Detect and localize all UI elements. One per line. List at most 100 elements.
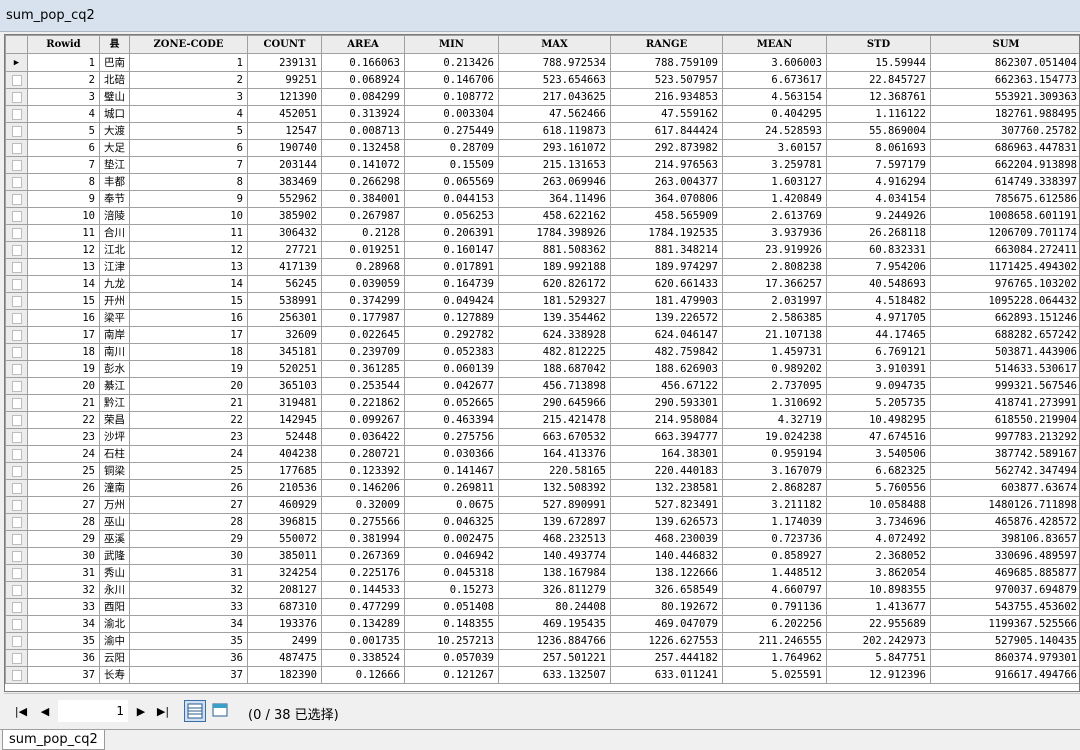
table-cell[interactable]: 2.368052 (826, 547, 931, 565)
table-cell[interactable]: 巴南 (99, 53, 130, 72)
table-cell[interactable]: 0.052383 (404, 343, 499, 361)
table-row[interactable]: 16 梁平 16 256301 0.177987 0.127889 139.354462 13… (5, 309, 1079, 327)
table-cell[interactable]: 33 (129, 598, 248, 616)
table-cell[interactable]: 0.267369 (321, 547, 405, 565)
table-cell[interactable]: 潼南 (99, 479, 130, 497)
table-cell[interactable]: 527905.140435 (930, 632, 1079, 650)
table-cell[interactable]: 468.230039 (610, 530, 723, 548)
table-cell[interactable]: 19.024238 (722, 428, 827, 446)
table-cell[interactable]: 2 (129, 71, 248, 89)
table-cell[interactable]: 469685.885877 (930, 564, 1079, 582)
table-cell[interactable]: 203144 (247, 156, 322, 174)
table-cell[interactable]: 999321.567546 (930, 377, 1079, 395)
table-cell[interactable]: 0.213426 (404, 53, 499, 72)
table-row[interactable]: 8 丰都 8 383469 0.266298 0.065569 263.069946 263.… (5, 173, 1079, 191)
table-row[interactable]: 17 南岸 17 32609 0.022645 0.292782 624.338928 624… (5, 326, 1079, 344)
table-cell[interactable]: 大渡 (99, 122, 130, 140)
table-cell[interactable]: 0.046942 (404, 547, 499, 565)
table-cell[interactable]: 239131 (247, 53, 322, 72)
table-cell[interactable]: 渝中 (99, 632, 130, 650)
table-row[interactable]: 32 永川 32 208127 0.144533 0.15273 326.811279 326… (5, 581, 1079, 599)
table-cell[interactable]: 2.031997 (722, 292, 827, 310)
row-selector[interactable] (5, 615, 28, 633)
table-cell[interactable]: 1.310692 (722, 394, 827, 412)
table-cell[interactable]: 0.141072 (321, 156, 405, 174)
table-cell[interactable]: 330696.489597 (930, 547, 1079, 565)
table-cell[interactable]: 214.958084 (610, 411, 723, 429)
row-selector[interactable] (5, 547, 28, 565)
table-cell[interactable]: 0.791136 (722, 598, 827, 616)
table-cell[interactable]: 0.148355 (404, 615, 499, 633)
table-cell[interactable]: 13 (129, 258, 248, 276)
table-cell[interactable]: 丰都 (99, 173, 130, 191)
table-cell[interactable]: 7 (27, 156, 100, 174)
table-cell[interactable]: 40.548693 (826, 275, 931, 293)
table-cell[interactable]: 552962 (247, 190, 322, 208)
table-cell[interactable]: 263.069946 (498, 173, 611, 191)
table-row[interactable]: 30 武隆 30 385011 0.267369 0.046942 140.493774 14… (5, 547, 1079, 565)
table-cell[interactable]: 0.269811 (404, 479, 499, 497)
table-cell[interactable]: 0.146706 (404, 71, 499, 89)
table-cell[interactable]: 8.061693 (826, 139, 931, 157)
table-cell[interactable]: 620.661433 (610, 275, 723, 293)
table-cell[interactable]: 5.760556 (826, 479, 931, 497)
table-cell[interactable]: 5 (27, 122, 100, 140)
table-cell[interactable]: 1 (129, 53, 248, 72)
table-cell[interactable]: 0.239709 (321, 343, 405, 361)
table-cell[interactable]: 34 (27, 615, 100, 633)
table-cell[interactable]: 6 (129, 139, 248, 157)
table-cell[interactable]: 0.144533 (321, 581, 405, 599)
table-cell[interactable]: 139.626573 (610, 513, 723, 531)
table-cell[interactable]: 365103 (247, 377, 322, 395)
table-cell[interactable]: 139.672897 (498, 513, 611, 531)
table-cell[interactable]: 383469 (247, 173, 322, 191)
tab-sum-pop-cq2[interactable]: sum_pop_cq2 (2, 730, 105, 750)
table-cell[interactable]: 387742.589167 (930, 445, 1079, 463)
table-cell[interactable]: 181.529327 (498, 292, 611, 310)
table-cell[interactable]: 12.368761 (826, 88, 931, 106)
table-cell[interactable]: 9 (129, 190, 248, 208)
table-row[interactable]: 34 渝北 34 193376 0.134289 0.148355 469.195435 46… (5, 615, 1079, 633)
table-cell[interactable]: 0.146206 (321, 479, 405, 497)
table-cell[interactable]: 662204.913898 (930, 156, 1079, 174)
column-header[interactable]: AREA (321, 35, 405, 54)
table-cell[interactable]: 215.131653 (498, 156, 611, 174)
table-cell[interactable]: 1.448512 (722, 564, 827, 582)
table-cell[interactable]: 562742.347494 (930, 462, 1079, 480)
table-cell[interactable]: 23 (129, 428, 248, 446)
table-cell[interactable]: 0.030366 (404, 445, 499, 463)
table-cell[interactable]: 武隆 (99, 547, 130, 565)
table-cell[interactable]: 4.971705 (826, 309, 931, 327)
table-cell[interactable]: 4 (129, 105, 248, 123)
table-cell[interactable]: 4.034154 (826, 190, 931, 208)
table-cell[interactable]: 1199367.525566 (930, 615, 1079, 633)
table-cell[interactable]: 0.141467 (404, 462, 499, 480)
table-cell[interactable]: 6.202256 (722, 615, 827, 633)
table-cell[interactable]: 10.498295 (826, 411, 931, 429)
table-cell[interactable]: 13 (27, 258, 100, 276)
table-cell[interactable]: 177685 (247, 462, 322, 480)
table-cell[interactable]: 326.811279 (498, 581, 611, 599)
table-cell[interactable]: 0.056253 (404, 207, 499, 225)
table-cell[interactable]: 10.898355 (826, 581, 931, 599)
row-selector[interactable] (5, 530, 28, 548)
column-header[interactable]: STD (826, 35, 931, 54)
table-row[interactable]: 18 南川 18 345181 0.239709 0.052383 482.812225 48… (5, 343, 1079, 361)
table-cell[interactable]: 208127 (247, 581, 322, 599)
table-cell[interactable]: 29 (27, 530, 100, 548)
table-cell[interactable]: 永川 (99, 581, 130, 599)
table-row[interactable]: 14 九龙 14 56245 0.039059 0.164739 620.826172 620… (5, 275, 1079, 293)
table-cell[interactable]: 梁平 (99, 309, 130, 327)
table-cell[interactable]: 292.873982 (610, 139, 723, 157)
row-selector[interactable] (5, 326, 28, 344)
table-cell[interactable]: 189.992188 (498, 258, 611, 276)
table-cell[interactable]: 23 (27, 428, 100, 446)
table-cell[interactable]: 6 (27, 139, 100, 157)
row-selector[interactable] (5, 139, 28, 157)
row-selector[interactable] (5, 88, 28, 106)
table-cell[interactable]: 663.394777 (610, 428, 723, 446)
table-cell[interactable]: 503871.443906 (930, 343, 1079, 361)
table-cell[interactable]: 0.049424 (404, 292, 499, 310)
table-cell[interactable]: 1.764962 (722, 649, 827, 667)
table-cell[interactable]: 4.072492 (826, 530, 931, 548)
